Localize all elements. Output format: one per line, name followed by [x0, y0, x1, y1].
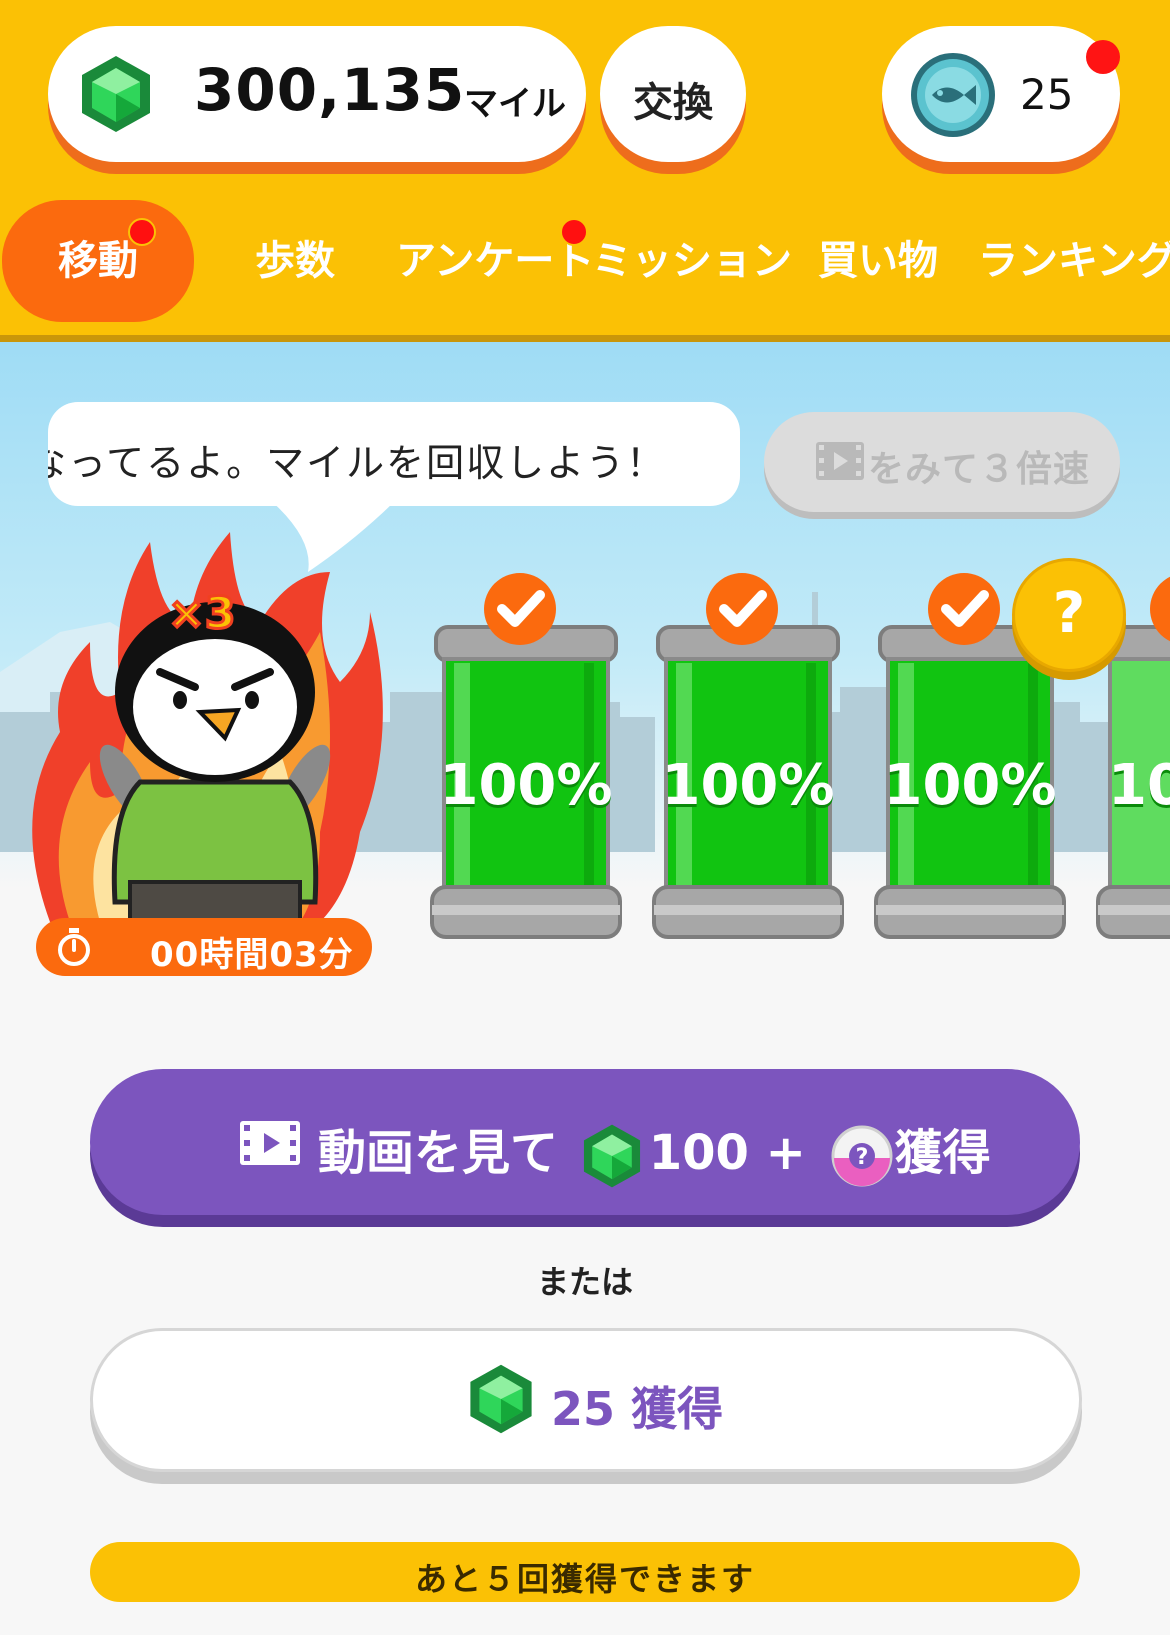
checkmark-icon	[484, 573, 556, 645]
tank-percent: 100%	[439, 753, 613, 818]
exchange-button[interactable]: 交換	[600, 26, 746, 162]
fish-coin-icon	[911, 53, 995, 137]
tab-shopping[interactable]: 買い物	[808, 200, 948, 322]
triple-speed-button[interactable]: をみて３倍速	[764, 412, 1120, 512]
watch-video-suffix: 獲得	[894, 1125, 991, 1181]
mileage-tank[interactable]: 100%	[428, 567, 624, 967]
tab-move[interactable]: 移動	[2, 200, 194, 322]
play-film-icon	[240, 1121, 300, 1165]
tank-percent: 10	[1108, 753, 1170, 818]
tank-percent: 100%	[883, 753, 1057, 818]
miles-unit: マイル	[464, 84, 566, 124]
emerald-icon	[82, 56, 150, 132]
triple-speed-label: をみて３倍速	[868, 449, 1091, 490]
watch-video-button[interactable]: 動画を見て 100 + ? 獲得	[90, 1069, 1080, 1215]
tank-percent: 100%	[661, 753, 835, 818]
timer-badge: 00時間03分	[36, 918, 372, 976]
coin-notification-dot	[1086, 40, 1120, 74]
miles-value: 300,135	[194, 56, 466, 124]
mystery-capsule-icon: ?	[831, 1125, 893, 1187]
miles-balance[interactable]: 300,135 マイル	[48, 26, 586, 162]
remaining-claims-text: あと５回獲得できます	[414, 1560, 755, 1598]
checkmark-icon	[928, 573, 1000, 645]
watch-video-label: 動画を見て 100 + ? 獲得	[318, 1113, 991, 1189]
tab-mission[interactable]: ミッション	[592, 200, 792, 322]
remaining-claims-banner: あと５回獲得できます	[90, 1542, 1080, 1602]
tab-survey-badge	[560, 218, 588, 246]
mileage-scene: なってるよ。マイルを回収しよう！ をみて３倍速 ×3 100% 100% 100…	[0, 342, 1170, 985]
timer-text: 00時間03分	[150, 935, 354, 975]
tab-steps[interactable]: 歩数	[230, 200, 360, 322]
watch-video-amount: 100 +	[648, 1125, 806, 1181]
header-divider	[0, 335, 1170, 342]
checkmark-icon	[1150, 576, 1170, 642]
claim-suffix: 獲得	[631, 1382, 724, 1436]
tab-shopping-label: 買い物	[818, 238, 938, 284]
speech-bubble-text: なってるよ。マイルを回収しよう！	[48, 441, 667, 485]
or-divider-label: または	[536, 1263, 633, 1301]
checkmark-icon	[706, 573, 778, 645]
tab-move-label: 移動	[58, 238, 138, 284]
speech-bubble: なってるよ。マイルを回収しよう！	[48, 402, 740, 572]
coin-count: 25	[1020, 70, 1074, 119]
emerald-icon	[583, 1124, 640, 1188]
stopwatch-icon	[58, 928, 90, 966]
play-film-icon	[816, 442, 864, 480]
speech-bubble-clip: なってるよ。マイルを回収しよう！	[48, 402, 740, 506]
watch-video-prefix: 動画を見て	[318, 1125, 559, 1181]
category-tabs: 移動 歩数 アンケート ミッション 買い物 ランキング	[0, 200, 1170, 330]
svg-text:?: ?	[855, 1145, 868, 1170]
mileage-tank[interactable]: 100%	[650, 567, 846, 967]
claim-amount: 25	[551, 1382, 616, 1436]
tab-move-badge	[128, 218, 156, 246]
app-root: 300,135 マイル 交換 25 移動 歩数 アンケート ミッション 買い物 …	[0, 0, 1170, 1635]
exchange-label: 交換	[633, 80, 713, 126]
penguin-character	[32, 532, 383, 924]
tab-survey-label: アンケート	[396, 238, 595, 284]
emerald-icon	[470, 1364, 532, 1434]
tab-survey[interactable]: アンケート	[396, 200, 594, 322]
tab-mission-label: ミッション	[592, 238, 792, 284]
tab-steps-label: 歩数	[255, 238, 335, 284]
claim-miles-button[interactable]: 25 獲得	[90, 1328, 1082, 1472]
claim-miles-label: 25 獲得	[551, 1373, 723, 1439]
header-bar: 300,135 マイル 交換 25 移動 歩数 アンケート ミッション 買い物 …	[0, 0, 1170, 335]
bonus-mark: ?	[1052, 581, 1086, 646]
multiplier-badge: ×3	[166, 587, 237, 641]
tab-ranking[interactable]: ランキング	[978, 200, 1170, 322]
coin-balance[interactable]: 25	[882, 26, 1120, 162]
tab-ranking-label: ランキング	[978, 238, 1170, 284]
bonus-mystery-coin[interactable]: ?	[1012, 558, 1126, 672]
